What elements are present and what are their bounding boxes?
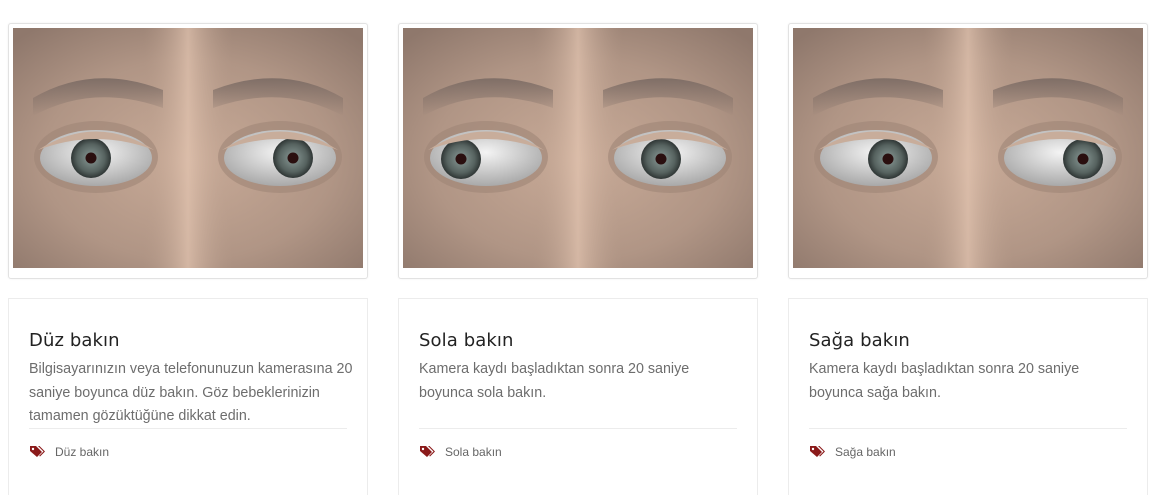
eyes-right-image bbox=[793, 28, 1143, 268]
tag-label[interactable]: Sola bakın bbox=[445, 445, 502, 459]
eyes-left-image bbox=[403, 28, 753, 268]
tags-icon bbox=[810, 446, 825, 457]
card-title: Düz bakın bbox=[29, 330, 120, 351]
eye-image-frame bbox=[8, 23, 368, 279]
card-description: Kamera kaydı başladıktan sonra 20 saniye… bbox=[809, 361, 1080, 401]
card-body: Sola bakın Kamera kaydı başladıktan sonr… bbox=[398, 298, 758, 495]
card-body: Düz bakın Bilgisayarınızın veya telefonu… bbox=[8, 298, 368, 495]
tag-label[interactable]: Sağa bakın bbox=[835, 445, 896, 459]
card-description: Kamera kaydı başladıktan sonra 20 saniye… bbox=[419, 361, 690, 401]
tag-label[interactable]: Düz bakın bbox=[55, 445, 109, 459]
divider bbox=[419, 428, 737, 429]
divider bbox=[809, 428, 1127, 429]
divider bbox=[29, 428, 347, 429]
card-title: Sola bakın bbox=[419, 330, 514, 351]
card-body: Sağa bakın Kamera kaydı başladıktan sonr… bbox=[788, 298, 1148, 495]
card-title: Sağa bakın bbox=[809, 330, 910, 351]
instruction-cards: Düz bakın Bilgisayarınızın veya telefonu… bbox=[0, 0, 1165, 495]
card-description: Bilgisayarınızın veya telefonunuzun kame… bbox=[29, 361, 353, 424]
tags-icon bbox=[420, 446, 435, 457]
eyes-straight-image bbox=[13, 28, 363, 268]
tags-icon bbox=[30, 446, 45, 457]
eye-image-frame bbox=[398, 23, 758, 279]
eye-image-frame bbox=[788, 23, 1148, 279]
